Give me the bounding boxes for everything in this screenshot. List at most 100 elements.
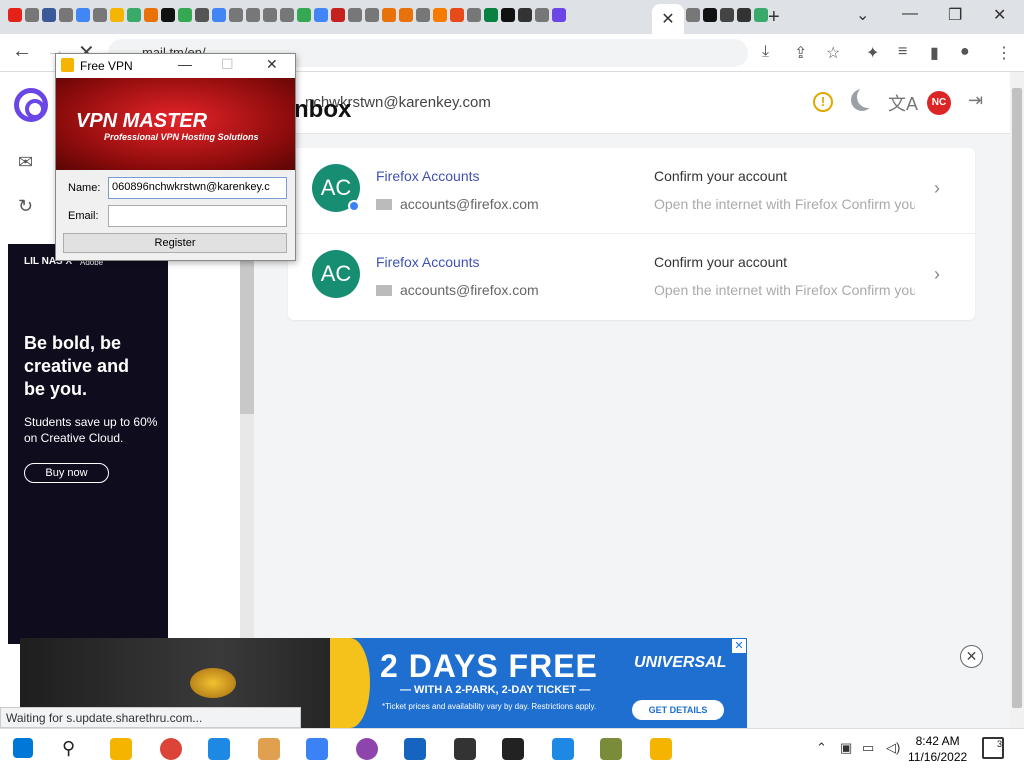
close-window-icon[interactable]: ✕ — [993, 5, 1006, 25]
notifications-icon[interactable]: 3 — [982, 737, 1004, 759]
volume-icon[interactable]: ◁) — [886, 740, 900, 756]
tab-icon[interactable] — [25, 8, 39, 22]
close-icon[interactable]: ✕ — [266, 56, 278, 73]
tab-icon[interactable] — [720, 8, 734, 22]
tab-icon[interactable] — [754, 8, 768, 22]
name-field[interactable]: 060896nchwkrstwn@karenkey.c — [108, 177, 287, 199]
photos-icon[interactable] — [208, 738, 230, 760]
tab-icon[interactable] — [195, 8, 209, 22]
back-icon[interactable]: ← — [12, 40, 32, 63]
tab-icon[interactable] — [365, 8, 379, 22]
dismiss-ad-icon[interactable]: ✕ — [960, 645, 983, 668]
tab-icon[interactable] — [161, 8, 175, 22]
tab-icon[interactable] — [552, 8, 566, 22]
tab-icon[interactable] — [703, 8, 717, 22]
tab-icon[interactable] — [110, 8, 124, 22]
clock[interactable]: 8:42 AM 11/16/2022 — [908, 733, 967, 765]
tab-icon[interactable] — [467, 8, 481, 22]
tab-icon[interactable] — [501, 8, 515, 22]
tab-icon[interactable] — [399, 8, 413, 22]
tab-icon[interactable] — [686, 8, 700, 22]
translate-icon[interactable]: 文A — [888, 90, 918, 116]
user-avatar[interactable]: NC — [927, 91, 951, 115]
ad-buy-button[interactable]: Buy now — [24, 463, 109, 483]
tab-icon[interactable] — [348, 8, 362, 22]
tray-app-icon[interactable]: ▣ — [840, 740, 852, 756]
restore-icon[interactable]: ❐ — [948, 5, 962, 25]
tab-icon[interactable] — [314, 8, 328, 22]
store-icon[interactable] — [306, 738, 328, 760]
chrome-icon[interactable] — [160, 738, 182, 760]
tab-icon[interactable] — [518, 8, 532, 22]
vpn-titlebar[interactable]: Free VPN — ☐ ✕ — [56, 54, 295, 78]
tab-icon[interactable] — [535, 8, 549, 22]
tab-icon[interactable] — [212, 8, 226, 22]
tab-icon[interactable] — [42, 8, 56, 22]
message-row[interactable]: AC Firefox Accounts accounts@firefox.com… — [288, 234, 975, 320]
vpn-taskbar-icon[interactable] — [650, 738, 672, 760]
windows-start-icon[interactable] — [13, 738, 33, 758]
tab-icon[interactable] — [127, 8, 141, 22]
drive-tab-icon[interactable] — [178, 8, 192, 22]
envelope-icon — [376, 199, 392, 210]
tab-icon[interactable] — [280, 8, 294, 22]
mail-logo[interactable] — [14, 88, 48, 122]
inner-scroll-thumb[interactable] — [240, 250, 254, 414]
tab-icon[interactable] — [331, 8, 345, 22]
ad-close-icon[interactable]: ✕ — [732, 639, 746, 653]
left-ad-banner[interactable]: LIL NAS X Adobe Be bold, be creative and… — [8, 244, 168, 644]
tab-icon[interactable] — [297, 8, 311, 22]
tab-icon[interactable] — [484, 8, 498, 22]
youtube-tab-icon[interactable] — [8, 8, 22, 22]
search-icon[interactable]: ⚲ — [62, 738, 84, 760]
tab-icon[interactable] — [737, 8, 751, 22]
media-icon[interactable]: ≡ — [898, 43, 907, 61]
tab-search-icon[interactable]: ⌄ — [856, 5, 869, 25]
extensions-icon[interactable]: ✦ — [866, 43, 879, 63]
app-icon[interactable] — [600, 738, 622, 760]
logout-icon[interactable]: ⇥ — [968, 90, 983, 111]
tab-icon[interactable] — [450, 8, 464, 22]
ad-details-button[interactable]: GET DETAILS — [632, 700, 724, 720]
tab-icon[interactable] — [144, 8, 158, 22]
page-scroll-thumb[interactable] — [1012, 88, 1022, 708]
tab-icon[interactable] — [382, 8, 396, 22]
register-button[interactable]: Register — [63, 233, 287, 253]
network-icon[interactable]: ▭ — [862, 740, 874, 756]
share-icon[interactable]: ⇪ — [794, 43, 807, 63]
message-row[interactable]: AC Firefox Accounts accounts@firefox.com… — [288, 148, 975, 234]
tab-icon[interactable] — [246, 8, 260, 22]
bookmark-star-icon[interactable]: ☆ — [826, 43, 840, 63]
menu-icon[interactable]: ⋮ — [996, 43, 1012, 63]
app-icon[interactable] — [404, 738, 426, 760]
app-icon[interactable] — [356, 738, 378, 760]
warning-icon[interactable]: ! — [813, 92, 833, 112]
active-tab[interactable]: ✕ — [652, 4, 684, 34]
paint-icon[interactable] — [258, 738, 280, 760]
dark-mode-icon[interactable] — [851, 86, 879, 111]
file-explorer-icon[interactable] — [110, 738, 132, 760]
new-tab-button[interactable]: + — [768, 6, 780, 29]
tab-icon[interactable] — [59, 8, 73, 22]
tray-chevron-icon[interactable]: ⌃ — [816, 740, 827, 756]
tab-icon[interactable] — [229, 8, 243, 22]
side-panel-icon[interactable]: ▮ — [930, 43, 939, 63]
tab-icon[interactable] — [263, 8, 277, 22]
tab-icon[interactable] — [433, 8, 447, 22]
close-tab-icon[interactable]: ✕ — [661, 9, 674, 29]
app-icon[interactable] — [552, 738, 574, 760]
profile-icon[interactable]: ● — [960, 43, 970, 61]
email-field[interactable] — [108, 205, 287, 227]
inbox-icon[interactable]: ✉ — [18, 152, 33, 173]
ad-brand: UNIVERSAL — [634, 654, 727, 671]
download-icon[interactable]: ⤓ — [762, 43, 769, 61]
google-tab-icon[interactable] — [76, 8, 90, 22]
7zip-icon[interactable] — [502, 738, 524, 760]
refresh-icon[interactable]: ↻ — [18, 196, 33, 217]
minimize-icon[interactable]: — — [178, 56, 192, 72]
minimize-icon[interactable]: — — [902, 5, 918, 23]
tab-icon[interactable] — [416, 8, 430, 22]
tab-icon[interactable] — [93, 8, 107, 22]
dragon-eye-image — [190, 668, 236, 698]
app-icon[interactable] — [454, 738, 476, 760]
